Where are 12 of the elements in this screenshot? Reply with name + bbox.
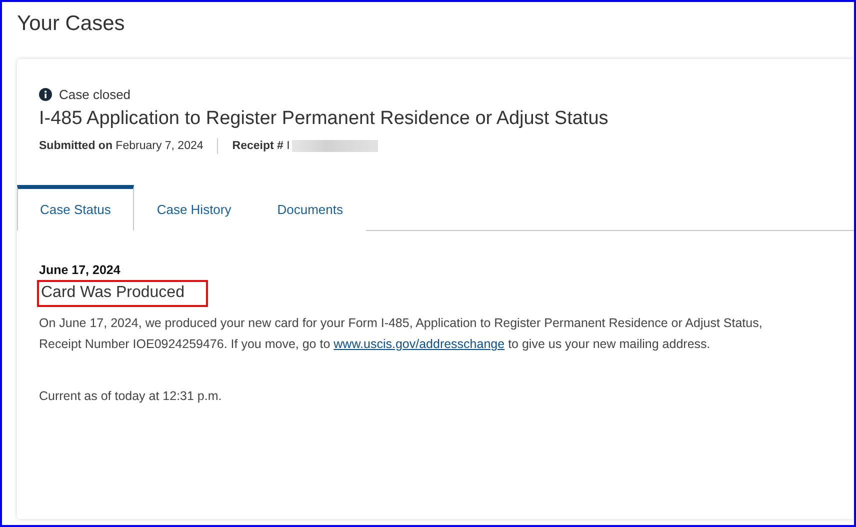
update-description: On June 17, 2024, we produced your new card for your Form I-485, Application to Register Permanent Residence or Adjust Status, Receipt Number IOE0924259476. If you move, go to www.uscis.gov/addresschange to give us your new mailing address.	[39, 315, 764, 353]
case-title: I-485 Application to Register Permanent Residence or Adjust Status	[39, 108, 608, 130]
current-as-of: Current as of today at 12:31 p.m.	[39, 389, 222, 403]
receipt-number: Receipt # I	[232, 140, 290, 152]
address-change-link[interactable]: www.uscis.gov/addresschange	[334, 337, 505, 351]
case-status: Case closed	[59, 87, 131, 102]
submitted-date: Submitted on February 7, 2024	[39, 140, 204, 152]
page-title: Your Cases	[17, 12, 125, 36]
update-heading: Card Was Produced	[37, 280, 208, 307]
tab[interactable]: Case Status	[17, 185, 134, 231]
update-date: June 17, 2024	[39, 263, 120, 277]
info-icon	[39, 88, 52, 101]
